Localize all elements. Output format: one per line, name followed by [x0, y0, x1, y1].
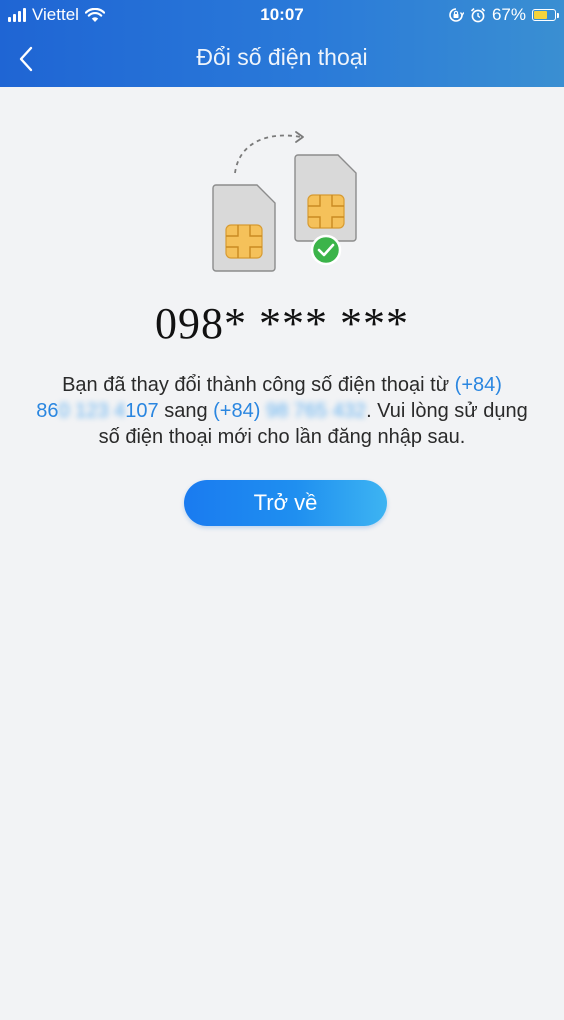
alarm-icon [470, 8, 486, 23]
status-right: 67% [448, 5, 559, 25]
message-part1: Bạn đã thay đổi thành công số điện thoại… [62, 374, 455, 396]
status-bar: Viettel 10:07 67% [0, 0, 564, 30]
nav-bar: Đổi số điện thoại [0, 30, 564, 87]
old-number-prefix: (+84) [454, 374, 502, 396]
dashed-arrow-icon [234, 131, 304, 174]
orientation-lock-icon [449, 8, 464, 22]
message-part2: sang [158, 400, 214, 422]
new-sim-icon [294, 154, 357, 242]
page-title: Đổi số điện thoại [196, 44, 368, 70]
sim-change-illustration [212, 131, 357, 272]
header-bar: Viettel 10:07 67% Đổi số điện thoại [0, 0, 564, 87]
old-number-start: 86 [36, 400, 59, 422]
battery-level [534, 11, 548, 19]
old-number-hidden: 0 123 4 [58, 400, 126, 422]
new-number-prefix: (+84) [213, 400, 261, 422]
old-number-end: 107 [125, 400, 159, 422]
success-message: Bạn đã thay đổi thành công số điện thoại… [28, 372, 536, 450]
back-button[interactable]: Trở về [184, 480, 387, 526]
old-sim-icon [212, 184, 276, 272]
battery-percent: 67% [491, 5, 526, 24]
battery-icon [532, 9, 559, 21]
check-circle-icon [310, 234, 342, 266]
new-number-hidden: 98 765 432 [265, 400, 367, 422]
masked-phone-number: 098* *** *** [155, 299, 409, 348]
